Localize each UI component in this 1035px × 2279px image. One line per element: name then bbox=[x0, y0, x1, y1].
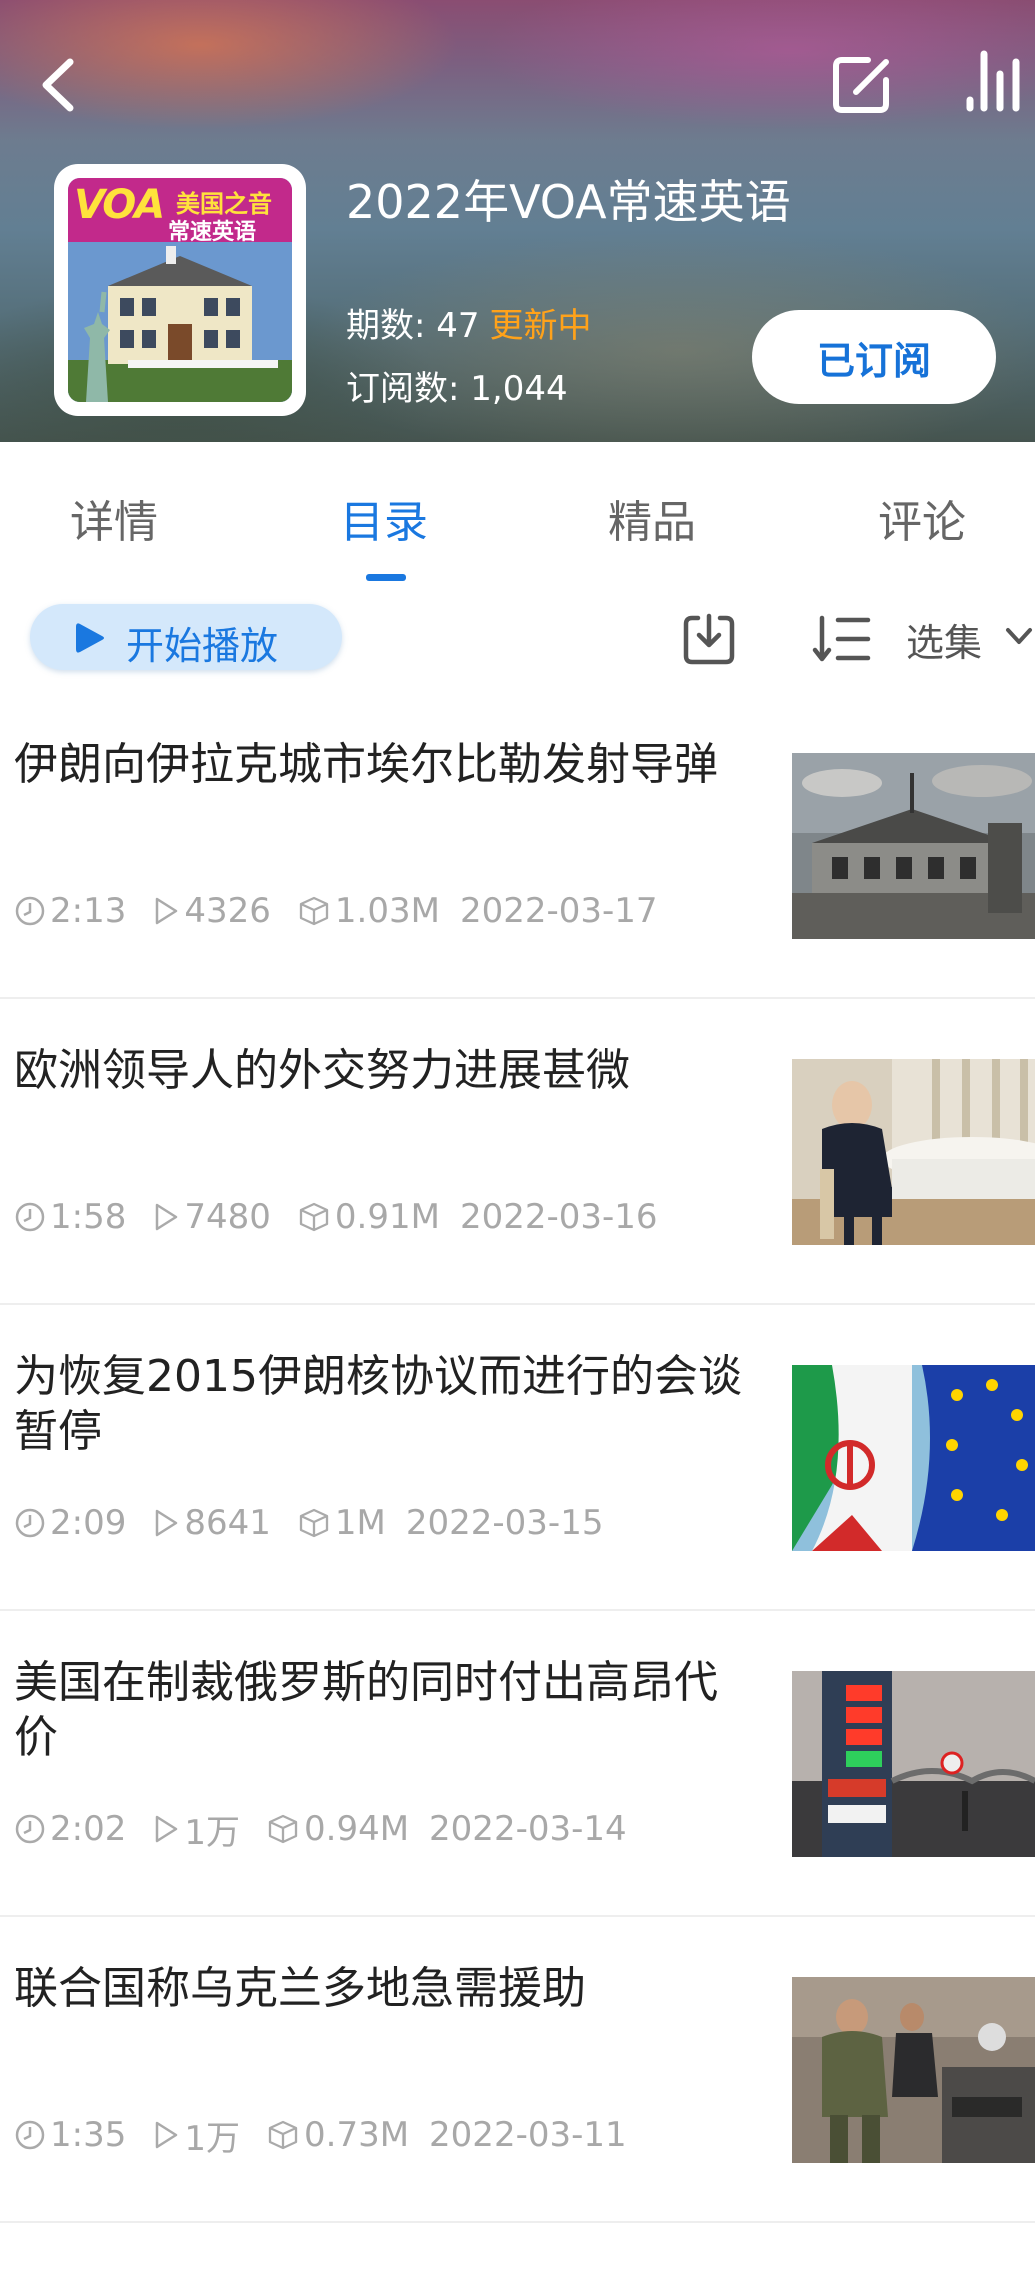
episode-duration: 2:09 bbox=[50, 1503, 127, 1543]
episode-duration: 2:02 bbox=[50, 1809, 127, 1849]
episode-size: 0.73M bbox=[304, 2115, 410, 2155]
episode-plays: 8641 bbox=[184, 1503, 271, 1543]
episode-meta: 1:58 7480 0.91M 2022-03-16 bbox=[14, 1195, 658, 1239]
episode-size: 1M bbox=[334, 1503, 386, 1543]
divider bbox=[0, 1609, 1035, 1611]
episode-thumbnail[interactable] bbox=[792, 753, 1035, 939]
play-count-icon bbox=[156, 1509, 178, 1537]
play-count-icon bbox=[156, 1203, 178, 1231]
cover-voa-text: VOA bbox=[74, 182, 165, 228]
episode-thumbnail[interactable] bbox=[792, 1671, 1035, 1857]
episode-date: 2022-03-16 bbox=[459, 1197, 658, 1237]
episode-duration: 1:35 bbox=[50, 2115, 127, 2155]
album-title: 2022年VOA常速英语 bbox=[346, 175, 791, 229]
episode-item[interactable]: 美国在制裁俄罗斯的同时付出高昂代价 2:02 1万 0.94M 2022-03-… bbox=[0, 1615, 1035, 1921]
episode-date: 2022-03-15 bbox=[405, 1503, 604, 1543]
play-all-button[interactable]: 开始播放 bbox=[30, 604, 342, 670]
play-count-icon bbox=[156, 2121, 178, 2149]
episode-count: 期数: 47 更新中 bbox=[346, 306, 592, 346]
tab-details[interactable]: 详情 bbox=[70, 486, 158, 550]
clock-icon bbox=[15, 1202, 45, 1232]
sort-order-icon[interactable] bbox=[812, 614, 872, 664]
file-size-icon bbox=[299, 896, 329, 926]
episode-title[interactable]: 为恢复2015伊朗核协议而进行的会谈暂停 bbox=[14, 1349, 754, 1459]
cover-house-image bbox=[68, 242, 292, 402]
episode-size: 1.03M bbox=[334, 891, 440, 931]
episode-date: 2022-03-17 bbox=[459, 891, 658, 931]
active-tab-indicator bbox=[366, 574, 406, 581]
episode-item[interactable]: 欧洲领导人的外交努力进展甚微 1:58 7480 0.91M 2022-03-1… bbox=[0, 1003, 1035, 1309]
episode-thumbnail[interactable] bbox=[792, 1977, 1035, 2163]
clock-icon bbox=[15, 1508, 45, 1538]
episode-title[interactable]: 伊朗向伊拉克城市埃尔比勒发射导弹 bbox=[14, 737, 754, 792]
download-icon[interactable] bbox=[682, 610, 736, 666]
stats-bars-icon[interactable] bbox=[962, 46, 1024, 116]
tab-comments[interactable]: 评论 bbox=[878, 486, 966, 550]
tab-bar: 详情 目录 精品 评论 bbox=[0, 442, 1035, 582]
album-header: VOA 美国之音 常速英语 2022年VOA常速英语 期数: 47 更新中 订阅… bbox=[0, 0, 1035, 442]
edit-icon[interactable] bbox=[828, 52, 894, 118]
subscribed-button[interactable]: 已订阅 bbox=[752, 310, 996, 404]
play-count-icon bbox=[156, 897, 178, 925]
file-size-icon bbox=[268, 2120, 298, 2150]
episode-plays: 1万 bbox=[184, 1812, 240, 1853]
episode-meta: 1:35 1万 0.73M 2022-03-11 bbox=[14, 2113, 627, 2159]
file-size-icon bbox=[299, 1202, 329, 1232]
divider bbox=[0, 1915, 1035, 1917]
tab-catalog[interactable]: 目录 bbox=[340, 486, 428, 550]
clock-icon bbox=[15, 2120, 45, 2150]
episode-duration: 1:58 bbox=[50, 1197, 127, 1237]
episode-date: 2022-03-14 bbox=[429, 1809, 627, 1849]
episode-date: 2022-03-11 bbox=[429, 2115, 627, 2155]
episode-size: 0.94M bbox=[304, 1809, 410, 1849]
episode-plays: 1万 bbox=[184, 2118, 240, 2159]
select-episodes-button[interactable]: 选集 bbox=[906, 612, 982, 667]
episode-thumbnail[interactable] bbox=[792, 1365, 1035, 1551]
divider bbox=[0, 1303, 1035, 1305]
episode-title[interactable]: 联合国称乌克兰多地急需援助 bbox=[14, 1961, 754, 2016]
album-cover[interactable]: VOA 美国之音 常速英语 bbox=[54, 164, 306, 416]
clock-icon bbox=[15, 896, 45, 926]
chevron-down-icon[interactable] bbox=[1004, 624, 1034, 650]
episode-size: 0.91M bbox=[334, 1197, 440, 1237]
episode-item[interactable]: 联合国称乌克兰多地急需援助 1:35 1万 0.73M 2022-03-11 bbox=[0, 1921, 1035, 2227]
divider bbox=[0, 2221, 1035, 2223]
episode-plays: 7480 bbox=[184, 1197, 271, 1237]
updating-badge: 更新中 bbox=[489, 306, 592, 346]
clock-icon bbox=[15, 1814, 45, 1844]
episode-plays: 4326 bbox=[184, 891, 271, 931]
episode-title[interactable]: 欧洲领导人的外交努力进展甚微 bbox=[14, 1043, 754, 1098]
play-count-icon bbox=[156, 1815, 178, 1843]
play-icon bbox=[76, 623, 104, 653]
episode-meta: 2:02 1万 0.94M 2022-03-14 bbox=[14, 1807, 627, 1853]
file-size-icon bbox=[299, 1508, 329, 1538]
episode-meta: 2:13 4326 1.03M 2022-03-17 bbox=[14, 889, 658, 933]
episode-title[interactable]: 美国在制裁俄罗斯的同时付出高昂代价 bbox=[14, 1655, 754, 1765]
episode-thumbnail[interactable] bbox=[792, 1059, 1035, 1245]
episode-item[interactable]: 为恢复2015伊朗核协议而进行的会谈暂停 2:09 8641 1M 2022-0… bbox=[0, 1309, 1035, 1615]
episode-meta: 2:09 8641 1M 2022-03-15 bbox=[14, 1501, 603, 1545]
back-arrow-icon[interactable] bbox=[28, 50, 92, 120]
divider bbox=[0, 997, 1035, 999]
file-size-icon bbox=[268, 1814, 298, 1844]
play-all-label: 开始播放 bbox=[126, 624, 279, 668]
subscriber-count: 订阅数: 1,044 bbox=[346, 369, 568, 409]
episode-item[interactable]: 伊朗向伊拉克城市埃尔比勒发射导弹 2:13 4326 1.03M 2022-03… bbox=[0, 697, 1035, 1003]
tab-premium[interactable]: 精品 bbox=[608, 486, 696, 550]
episode-duration: 2:13 bbox=[50, 891, 127, 931]
